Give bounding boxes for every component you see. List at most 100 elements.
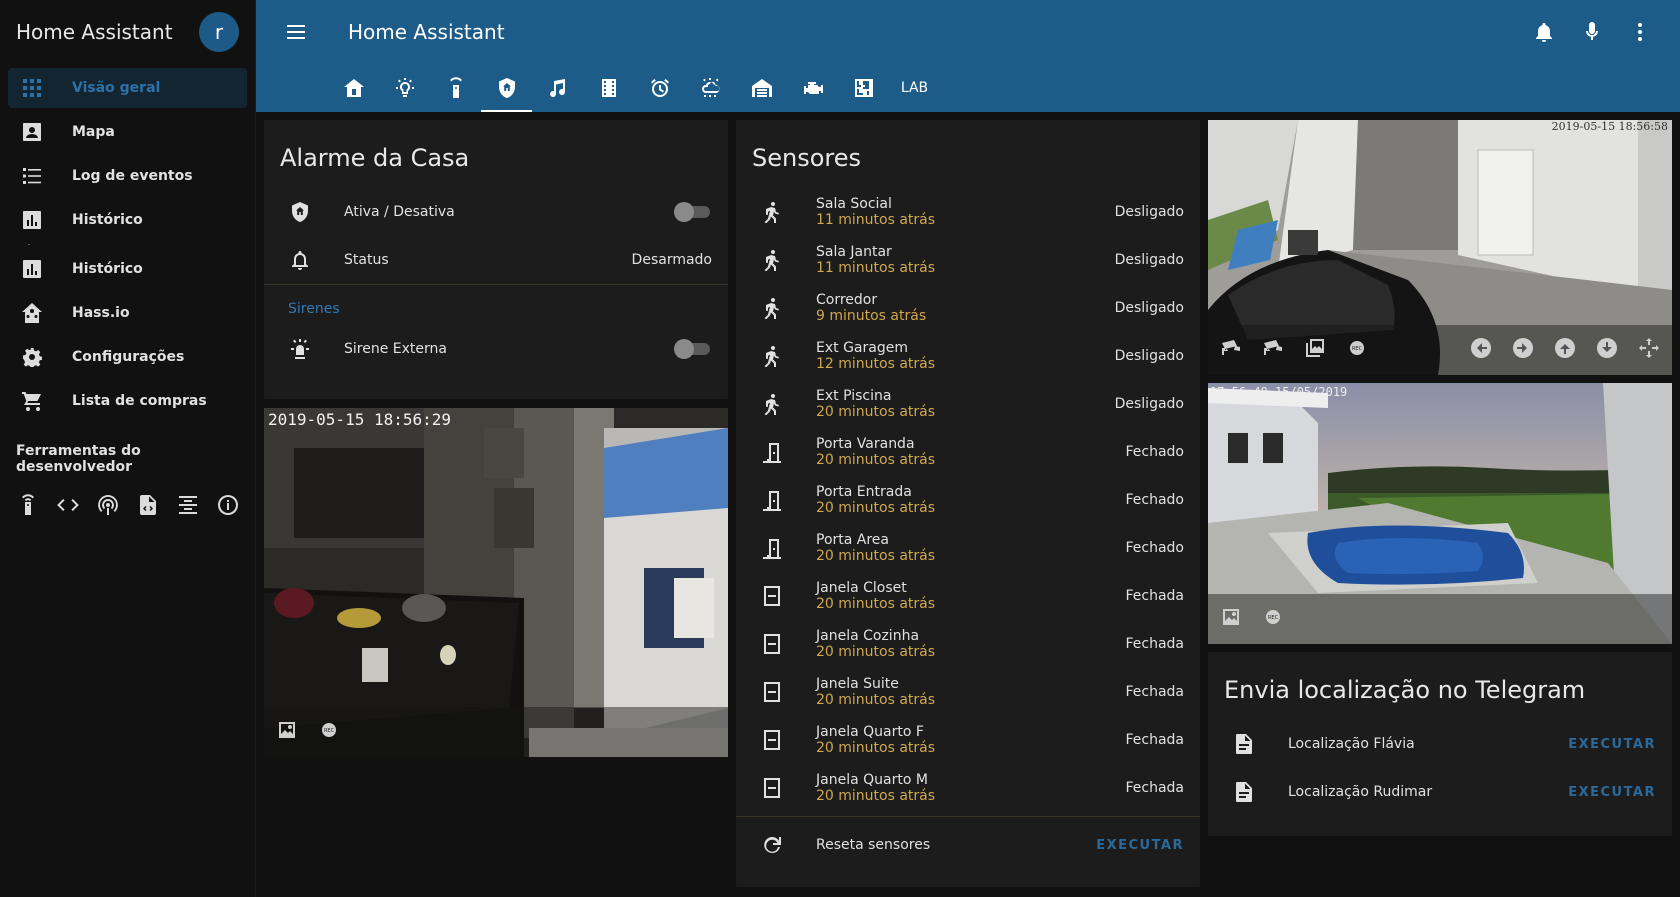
sensor-row[interactable]: Janela Quarto M 20 minutos atrás Fechada <box>736 764 1200 812</box>
tab-floor-plan[interactable] <box>838 64 889 112</box>
motion-icon <box>760 344 784 368</box>
sensor-name: Janela Suite <box>816 676 899 692</box>
sidebar-item-lista-de-compras[interactable]: Lista de compras <box>8 381 247 421</box>
tab-remote[interactable] <box>430 64 481 112</box>
pool-camera-controls: REC <box>1208 594 1672 644</box>
sensor-state: Fechado <box>1125 540 1184 556</box>
file-code-icon[interactable] <box>136 493 160 521</box>
sensor-row[interactable]: Sala Jantar 11 minutos atrás Desligado <box>736 236 1200 284</box>
tab-garage[interactable] <box>736 64 787 112</box>
sensor-row[interactable]: Porta Area 20 minutos atrás Fechado <box>736 524 1200 572</box>
window-icon <box>760 680 784 704</box>
sensor-last-changed: 20 minutos atrás <box>816 644 936 660</box>
alarm-toggle-switch[interactable] <box>674 202 712 222</box>
avatar[interactable]: r <box>199 12 239 52</box>
tab-alarm-clock[interactable] <box>634 64 685 112</box>
sensor-state: Fechada <box>1125 588 1184 604</box>
sensor-state: Fechada <box>1125 732 1184 748</box>
window-icon <box>760 776 784 800</box>
sidebar-item-mapa[interactable]: Mapa <box>8 112 247 152</box>
sensor-row[interactable]: Janela Suite 20 minutos atrás Fechada <box>736 668 1200 716</box>
garage-camera[interactable]: 2019-05-15 18:56:58 REC <box>1208 120 1672 375</box>
more-vertical-icon[interactable] <box>1616 8 1664 56</box>
cctv-icon[interactable] <box>1220 337 1242 363</box>
sidebar-item-hassio[interactable]: Hass.io <box>8 293 247 333</box>
sensor-name: Janela Quarto M <box>816 772 928 788</box>
arrow-up-circle-icon[interactable] <box>1554 337 1576 363</box>
notification-bell-icon[interactable] <box>1520 8 1568 56</box>
sensor-row[interactable]: Janela Closet 20 minutos atrás Fechada <box>736 572 1200 620</box>
tab-lightbulb[interactable] <box>379 64 430 112</box>
refresh-icon <box>760 833 784 857</box>
image-icon[interactable] <box>276 719 298 745</box>
record-icon[interactable]: REC <box>1346 337 1368 363</box>
sidebar-item-log-de-eventos[interactable]: Log de eventos <box>8 156 247 196</box>
tab-security[interactable] <box>481 64 532 112</box>
tab-engine[interactable] <box>787 64 838 112</box>
sensor-row[interactable]: Sala Social 11 minutos atrás Desligado <box>736 188 1200 236</box>
sensor-row[interactable]: Ext Piscina 20 minutos atrás Desligado <box>736 380 1200 428</box>
reset-sensors-execute-button[interactable]: EXECUTAR <box>1096 838 1184 853</box>
developer-tools-title: Ferramentas do desenvolvedor <box>16 443 141 475</box>
telegram-execute-button[interactable]: EXECUTAR <box>1568 785 1656 800</box>
view-tabs: LAB <box>256 64 1680 112</box>
sensor-state: Fechada <box>1125 780 1184 796</box>
sensor-row[interactable]: Porta Varanda 20 minutos atrás Fechado <box>736 428 1200 476</box>
tab-weather[interactable] <box>685 64 736 112</box>
sensor-last-changed: 20 minutos atrás <box>816 692 936 708</box>
sensor-name: Porta Entrada <box>816 484 912 500</box>
sensor-last-changed: 20 minutos atrás <box>816 740 936 756</box>
image-multiple-icon[interactable] <box>1304 337 1326 363</box>
door-icon <box>760 536 784 560</box>
menu-icon[interactable] <box>272 8 320 56</box>
window-icon <box>760 584 784 608</box>
record-icon[interactable]: REC <box>1262 606 1284 632</box>
sensor-row[interactable]: Ext Garagem 12 minutos atrás Desligado <box>736 332 1200 380</box>
sensor-last-changed: 20 minutos atrás <box>816 500 936 516</box>
sensor-last-changed: 11 minutos atrás <box>816 260 936 276</box>
tab-music[interactable] <box>532 64 583 112</box>
arrow-right-circle-icon[interactable] <box>1512 337 1534 363</box>
sensor-state: Fechado <box>1125 492 1184 508</box>
sidebar-item-historico[interactable]: Histórico <box>8 200 247 240</box>
sensor-row[interactable]: Janela Quarto F 20 minutos atrás Fechada <box>736 716 1200 764</box>
pool-camera[interactable]: 17:56:49 15/05/2019 REC <box>1208 383 1672 644</box>
image-icon[interactable] <box>1220 606 1242 632</box>
pan-icon[interactable] <box>1638 337 1660 363</box>
sensor-row[interactable]: Porta Entrada 20 minutos atrás Fechado <box>736 476 1200 524</box>
arrow-down-circle-icon[interactable] <box>1596 337 1618 363</box>
broadcast-icon[interactable] <box>96 493 120 521</box>
telegram-execute-button[interactable]: EXECUTAR <box>1568 737 1656 752</box>
script-icon[interactable] <box>176 493 200 521</box>
alarm-card-title: Alarme da Casa <box>280 144 470 172</box>
sensor-last-changed: 11 minutos atrás <box>816 212 936 228</box>
settings-icon <box>20 345 44 369</box>
garage-camera-timestamp: 2019-05-15 18:56:58 <box>1551 120 1668 133</box>
sensor-row[interactable]: Janela Cozinha 20 minutos atrás Fechada <box>736 620 1200 668</box>
sidebar-item-historico-2[interactable]: Histórico <box>8 249 247 289</box>
pool-camera-timestamp: 17:56:49 15/05/2019 <box>1210 385 1348 399</box>
arrow-left-circle-icon[interactable] <box>1470 337 1492 363</box>
code-icon[interactable] <box>56 493 80 521</box>
sensor-name: Sala Social <box>816 196 892 212</box>
sidebar-item-configuracoes[interactable]: Configurações <box>8 337 247 377</box>
sidebar-item-label: Histórico <box>72 261 143 277</box>
sensors-card-title: Sensores <box>752 144 862 172</box>
telegram-card: Envia localização no Telegram Localizaçã… <box>1208 652 1672 836</box>
microphone-icon[interactable] <box>1568 8 1616 56</box>
sidebar-item-visao-geral[interactable]: Visão geral <box>8 68 247 108</box>
record-icon[interactable]: REC <box>318 719 340 745</box>
info-icon[interactable] <box>216 493 240 521</box>
garage-camera-controls: REC <box>1208 325 1672 375</box>
cctv-icon[interactable] <box>1262 337 1284 363</box>
tab-film[interactable] <box>583 64 634 112</box>
kitchen-camera-timestamp: 2019-05-15 18:56:29 <box>268 410 452 429</box>
remote-icon[interactable] <box>16 493 40 521</box>
siren-toggle-switch[interactable] <box>674 339 712 359</box>
sensor-state: Fechada <box>1125 636 1184 652</box>
tab-lab[interactable]: LAB <box>889 64 940 112</box>
tab-home-automation[interactable] <box>328 64 379 112</box>
kitchen-camera[interactable]: 2019-05-15 18:56:29 REC <box>264 408 728 757</box>
sensor-row[interactable]: Corredor 9 minutos atrás Desligado <box>736 284 1200 332</box>
sirens-section-header: Sirenes <box>288 301 340 317</box>
